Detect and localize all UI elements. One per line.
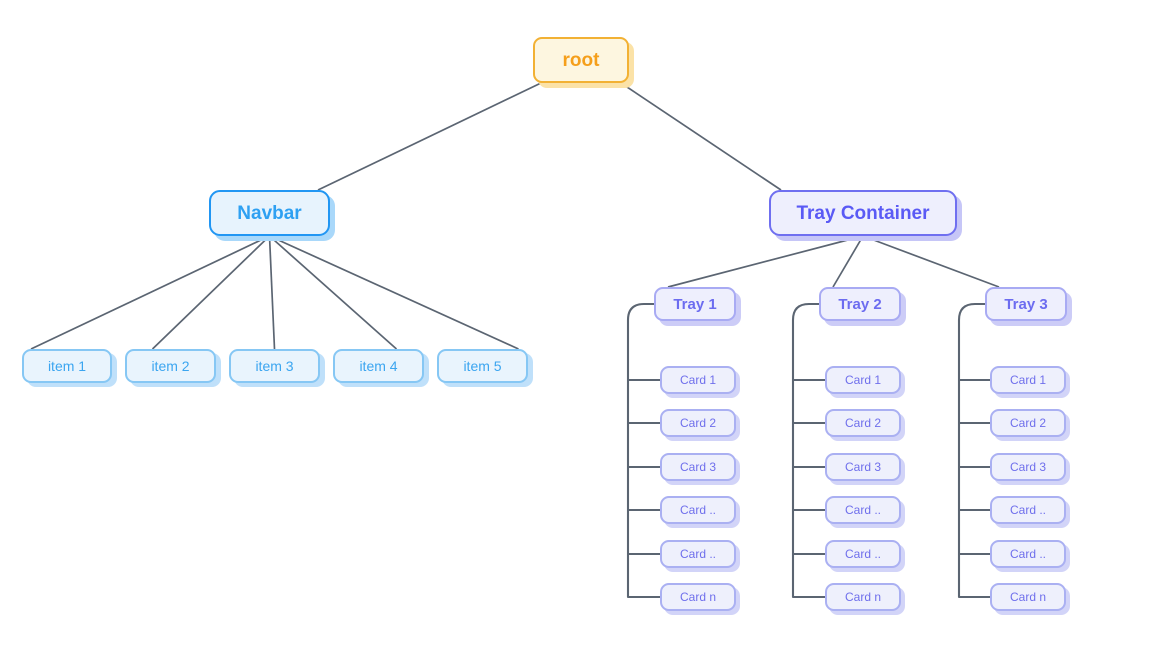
edge-navbar-to-item-4 [268, 235, 398, 350]
diagram-canvas: Navbar item 1 item 2 item 3 item 4 item 5 Tray… [0, 0, 1156, 665]
node-tray-1-card-2[interactable]: Card 2 [660, 409, 736, 437]
node-tray-3-card-1[interactable]: Card 1 [990, 366, 1066, 394]
node-tray-1[interactable]: Tray 1 [654, 287, 736, 321]
edge-tray-1-trunk [626, 302, 656, 599]
node-tray-3-card-4-label: Card .. [1009, 503, 1046, 517]
node-item-3[interactable]: item 3 [229, 349, 320, 383]
node-tray-3-card-5-label: Card .. [1009, 547, 1046, 561]
node-item-1[interactable]: item 1 [22, 349, 112, 383]
node-tray-3-label: Tray 3 [1004, 295, 1048, 313]
edge-tray-container-to-tray-1 [667, 235, 864, 288]
node-tray-3-card-2[interactable]: Card 2 [990, 409, 1066, 437]
node-root-label: root [562, 49, 600, 71]
node-tray-3-card-6-label: Card n [1009, 590, 1047, 604]
node-tray-1-card-3-label: Card 3 [679, 460, 717, 474]
node-tray-2-label: Tray 2 [838, 295, 882, 313]
edge-navbar-to-item-2 [151, 235, 271, 350]
edge-tray-3-trunk [957, 302, 987, 599]
node-tray-1-card-1[interactable]: Card 1 [660, 366, 736, 394]
node-tray-1-card-5[interactable]: Card .. [660, 540, 736, 568]
node-tray-1-card-4-label: Card .. [679, 503, 716, 517]
node-item-2[interactable]: item 2 [125, 349, 216, 383]
node-tray-1-card-6[interactable]: Card n [660, 583, 736, 611]
node-item-4[interactable]: item 4 [333, 349, 424, 383]
node-item-4-label: item 4 [359, 358, 398, 374]
edge-navbar-to-item-1 [30, 235, 270, 350]
node-tray-2[interactable]: Tray 2 [819, 287, 901, 321]
edge-navbar-to-item-3 [268, 235, 276, 350]
node-tray-2-card-5-label: Card .. [844, 547, 881, 561]
node-tray-1-card-4[interactable]: Card .. [660, 496, 736, 524]
node-navbar-label: Navbar [237, 202, 302, 224]
node-tray-container-label: Tray Container [796, 202, 930, 224]
node-tray-1-card-3[interactable]: Card 3 [660, 453, 736, 481]
node-tray-3[interactable]: Tray 3 [985, 287, 1067, 321]
node-item-2-label: item 2 [151, 358, 190, 374]
node-tray-3-card-3-label: Card 3 [1009, 460, 1047, 474]
node-item-5[interactable]: item 5 [437, 349, 528, 383]
node-tray-3-card-5[interactable]: Card .. [990, 540, 1066, 568]
node-tray-2-card-4[interactable]: Card .. [825, 496, 901, 524]
node-item-3-label: item 3 [255, 358, 294, 374]
node-tray-container[interactable]: Tray Container [769, 190, 957, 236]
node-tray-1-card-1-label: Card 1 [679, 373, 717, 387]
edge-root-to-navbar [317, 82, 542, 191]
node-tray-1-card-2-label: Card 2 [679, 416, 717, 430]
node-tray-2-card-1[interactable]: Card 1 [825, 366, 901, 394]
node-tray-2-card-2-label: Card 2 [844, 416, 882, 430]
node-tray-2-card-6-label: Card n [844, 590, 882, 604]
node-tray-2-card-4-label: Card .. [844, 503, 881, 517]
node-tray-2-card-2[interactable]: Card 2 [825, 409, 901, 437]
node-tray-2-card-1-label: Card 1 [844, 373, 882, 387]
edge-navbar-to-item-5 [269, 235, 519, 350]
node-tray-3-card-1-label: Card 1 [1009, 373, 1047, 387]
edge-tray-2-trunk [791, 302, 821, 599]
node-tray-2-card-3[interactable]: Card 3 [825, 453, 901, 481]
node-tray-3-card-3[interactable]: Card 3 [990, 453, 1066, 481]
node-tray-1-label: Tray 1 [673, 295, 717, 313]
node-tray-1-card-5-label: Card .. [679, 547, 716, 561]
node-navbar[interactable]: Navbar [209, 190, 330, 236]
edge-tray-container-to-tray-3 [862, 235, 1000, 288]
edge-layer [30, 82, 1000, 599]
node-root[interactable]: root [533, 37, 629, 83]
node-tray-3-card-2-label: Card 2 [1009, 416, 1047, 430]
node-tray-3-card-6[interactable]: Card n [990, 583, 1066, 611]
node-tray-2-card-5[interactable]: Card .. [825, 540, 901, 568]
node-tray-1-card-6-label: Card n [679, 590, 717, 604]
node-tray-3-card-4[interactable]: Card .. [990, 496, 1066, 524]
node-item-5-label: item 5 [463, 358, 502, 374]
node-tray-2-card-3-label: Card 3 [844, 460, 882, 474]
node-item-1-label: item 1 [47, 358, 87, 374]
edge-root-to-tray-container [620, 82, 782, 191]
edge-tray-container-to-tray-2 [832, 235, 864, 288]
node-tray-2-card-6[interactable]: Card n [825, 583, 901, 611]
